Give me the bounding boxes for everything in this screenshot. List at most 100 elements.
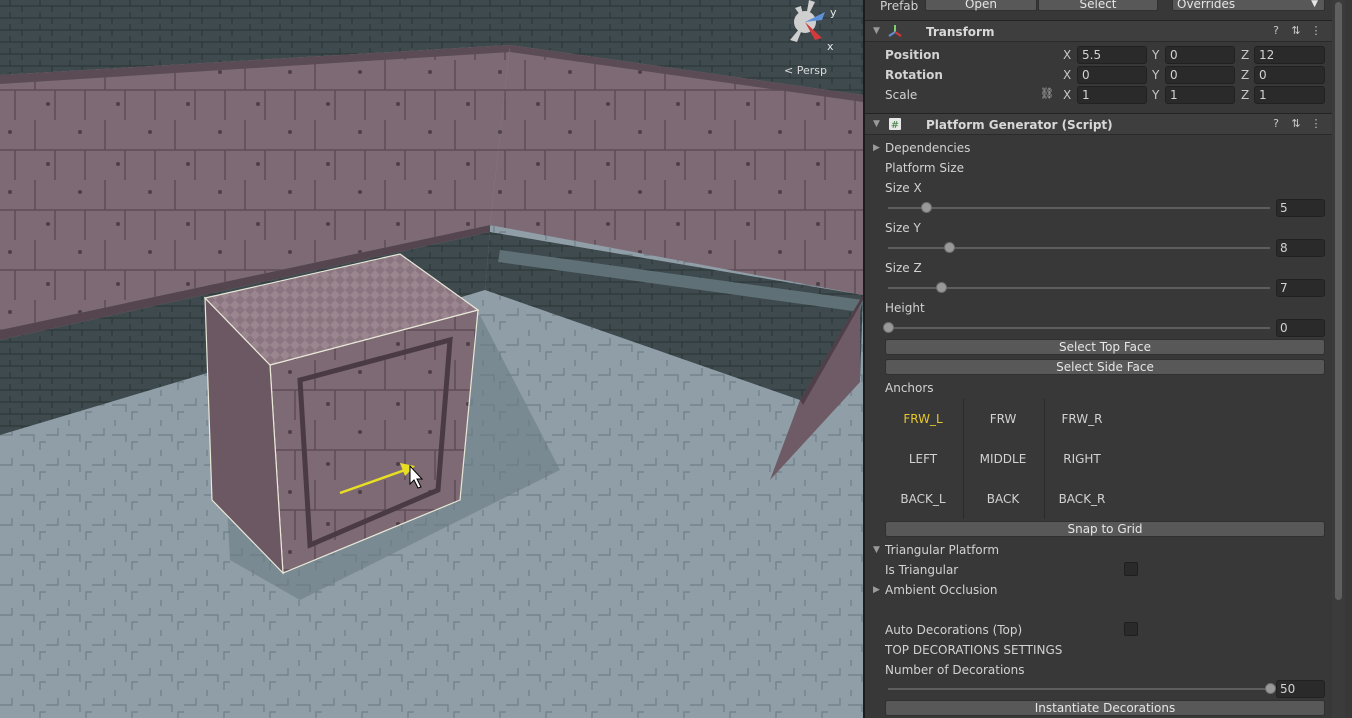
fold-arrow-icon[interactable]: ▼ — [873, 119, 880, 129]
anchor-right[interactable]: RIGHT — [1043, 440, 1121, 478]
anchor-back-l[interactable]: BACK_L — [884, 480, 962, 518]
preset-icon[interactable]: ⇅ — [1288, 117, 1304, 130]
fold-arrow-icon[interactable]: ▼ — [873, 26, 880, 36]
size-z-slider[interactable]: 7 — [865, 278, 1332, 298]
svg-text:#: # — [891, 120, 899, 131]
slider-knob[interactable] — [1264, 683, 1276, 694]
auto-decorations-label: Auto Decorations (Top) — [885, 623, 1023, 637]
dependencies-foldout[interactable]: ▶ Dependencies — [865, 138, 1332, 158]
select-top-face-button[interactable]: Select Top Face — [885, 339, 1325, 355]
height-label: Height — [885, 301, 925, 315]
slider-track[interactable] — [888, 207, 1270, 209]
height-slider[interactable]: 0 — [865, 318, 1332, 338]
axis-z-label: Z — [1241, 88, 1250, 102]
auto-decorations-checkbox[interactable] — [1124, 622, 1138, 636]
prefab-open-button[interactable]: Open — [925, 0, 1037, 11]
select-side-face-button[interactable]: Select Side Face — [885, 359, 1325, 375]
number-of-decorations-field[interactable]: 50 — [1276, 680, 1325, 698]
snap-to-grid-button[interactable]: Snap to Grid — [885, 521, 1325, 537]
position-row: Position X 5.5 Y 0 Z 12 — [865, 45, 1332, 65]
anchor-frw-l[interactable]: FRW_L — [884, 400, 962, 438]
top-decorations-settings-label: TOP DECORATIONS SETTINGS — [885, 643, 1063, 657]
anchor-back[interactable]: BACK — [964, 480, 1042, 518]
rotation-x-field[interactable]: 0 — [1077, 66, 1147, 84]
slider-knob[interactable] — [935, 282, 947, 293]
position-z-field[interactable]: 12 — [1254, 46, 1325, 64]
anchor-frw[interactable]: FRW — [964, 400, 1042, 438]
chevron-down-icon: ▼ — [1311, 0, 1318, 9]
slider-knob[interactable] — [882, 322, 894, 333]
auto-decorations-row: Auto Decorations (Top) — [865, 620, 1332, 640]
is-triangular-row: Is Triangular — [865, 560, 1332, 580]
slider-track[interactable] — [888, 327, 1270, 329]
anchor-left[interactable]: LEFT — [884, 440, 962, 478]
size-z-value-field[interactable]: 7 — [1276, 279, 1325, 297]
position-x-field[interactable]: 5.5 — [1077, 46, 1147, 64]
axis-x-label: X — [1063, 48, 1072, 62]
preset-icon[interactable]: ⇅ — [1288, 24, 1304, 37]
anchors-row: Anchors — [865, 378, 1332, 398]
inspector-panel: Prefab Open Select Overrides ▼ ▼ Transfo… — [863, 0, 1352, 718]
gizmo-x-label: x — [827, 40, 834, 53]
fold-arrow-icon[interactable]: ▼ — [873, 545, 880, 555]
size-x-value-field[interactable]: 5 — [1276, 199, 1325, 217]
axis-x-label: X — [1063, 68, 1072, 82]
fold-right-icon[interactable]: ▶ — [873, 585, 880, 595]
position-label: Position — [885, 48, 940, 62]
slider-track[interactable] — [888, 688, 1270, 690]
more-menu-icon[interactable]: ⋮ — [1308, 117, 1324, 130]
prefab-label: Prefab — [880, 0, 919, 13]
inspector-scrollbar[interactable] — [1332, 0, 1345, 718]
anchor-back-r[interactable]: BACK_R — [1043, 480, 1121, 518]
help-icon[interactable]: ? — [1268, 24, 1284, 37]
scale-y-field[interactable]: 1 — [1165, 86, 1235, 104]
size-y-value-field[interactable]: 8 — [1276, 239, 1325, 257]
axis-y-label: Y — [1152, 48, 1160, 62]
position-y-field[interactable]: 0 — [1165, 46, 1235, 64]
is-triangular-checkbox[interactable] — [1124, 562, 1138, 576]
anchor-middle[interactable]: MIDDLE — [964, 440, 1042, 478]
scale-z-field[interactable]: 1 — [1254, 86, 1325, 104]
axis-y-label: Y — [1152, 68, 1160, 82]
prefab-overrides-dropdown[interactable]: Overrides ▼ — [1172, 0, 1325, 11]
instantiate-decorations-button[interactable]: Instantiate Decorations — [885, 700, 1325, 716]
scene-view[interactable]: y x < Persp — [0, 0, 863, 718]
help-icon[interactable]: ? — [1268, 117, 1284, 130]
axis-x-label: X — [1063, 88, 1072, 102]
persp-toggle[interactable]: < Persp — [784, 64, 827, 77]
transform-header[interactable]: ▼ Transform ? ⇅ ⋮ — [865, 20, 1332, 42]
axis-z-label: Z — [1241, 68, 1250, 82]
anchor-grid: FRW_L FRW FRW_R LEFT MIDDLE RIGHT BACK_L… — [883, 399, 1123, 519]
size-x-slider[interactable]: 5 — [865, 198, 1332, 218]
dependencies-label: Dependencies — [885, 141, 971, 155]
platform-generator-header[interactable]: ▼ # Platform Generator (Script) ? ⇅ ⋮ — [865, 113, 1332, 135]
scale-label: Scale — [885, 88, 918, 102]
prefab-select-button[interactable]: Select — [1038, 0, 1158, 11]
platform-size-label: Platform Size — [885, 161, 965, 175]
transform-title: Transform — [926, 25, 995, 39]
rotation-y-field[interactable]: 0 — [1165, 66, 1235, 84]
constrain-proportions-icon[interactable]: ⛓ — [1040, 87, 1054, 100]
fold-right-icon[interactable]: ▶ — [873, 143, 880, 153]
axis-z-label: Z — [1241, 48, 1250, 62]
size-y-slider[interactable]: 8 — [865, 238, 1332, 258]
slider-knob[interactable] — [943, 242, 955, 253]
triangular-platform-foldout[interactable]: ▼ Triangular Platform — [865, 540, 1332, 560]
slider-knob[interactable] — [920, 202, 932, 213]
scrollbar-thumb[interactable] — [1335, 2, 1342, 600]
more-menu-icon[interactable]: ⋮ — [1308, 24, 1324, 37]
number-of-decorations-slider[interactable]: 50 — [865, 679, 1332, 699]
rotation-label: Rotation — [885, 68, 943, 82]
ambient-occlusion-foldout[interactable]: ▶ Ambient Occlusion — [865, 580, 1332, 600]
height-value-field[interactable]: 0 — [1276, 319, 1325, 337]
axis-y-label: Y — [1152, 88, 1160, 102]
top-decorations-settings-row: TOP DECORATIONS SETTINGS — [865, 640, 1332, 660]
gizmo-y-label: y — [830, 6, 837, 19]
platform-generator-title: Platform Generator (Script) — [926, 118, 1113, 132]
scale-x-field[interactable]: 1 — [1077, 86, 1147, 104]
scale-row: Scale ⛓ X 1 Y 1 Z 1 — [865, 85, 1332, 105]
size-z-label: Size Z — [885, 261, 922, 275]
rotation-z-field[interactable]: 0 — [1254, 66, 1325, 84]
transform-icon — [888, 25, 902, 37]
anchor-frw-r[interactable]: FRW_R — [1043, 400, 1121, 438]
